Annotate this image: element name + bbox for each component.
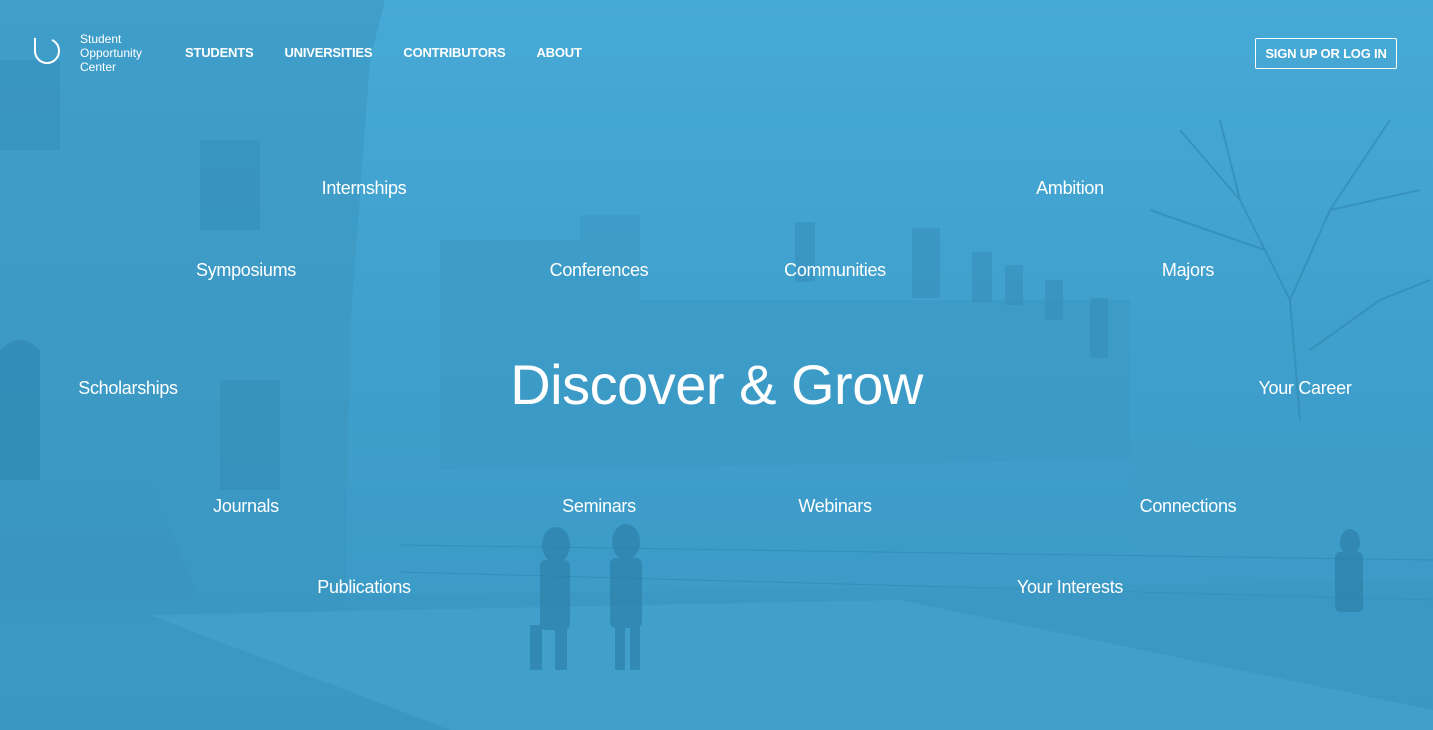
topic-journals[interactable]: Journals bbox=[213, 496, 279, 517]
topic-publications[interactable]: Publications bbox=[317, 577, 411, 598]
topic-your-interests[interactable]: Your Interests bbox=[1017, 577, 1124, 598]
nav-item-universities[interactable]: UNIVERSITIES bbox=[284, 45, 372, 60]
topic-scholarships[interactable]: Scholarships bbox=[78, 378, 178, 399]
topic-communities[interactable]: Communities bbox=[784, 260, 886, 281]
nav-item-about[interactable]: ABOUT bbox=[536, 45, 581, 60]
brand-name: Student Opportunity Center bbox=[80, 32, 143, 74]
hero-headline: Discover & Grow bbox=[510, 353, 923, 416]
signup-login-button[interactable]: SIGN UP OR LOG IN bbox=[1255, 38, 1397, 69]
site-header: Student Opportunity Center STUDENTS UNIV… bbox=[0, 0, 1433, 104]
topic-conferences[interactable]: Conferences bbox=[550, 260, 649, 281]
u-ring-icon bbox=[30, 34, 64, 68]
hero-section: Student Opportunity Center STUDENTS UNIV… bbox=[0, 0, 1433, 730]
topic-seminars[interactable]: Seminars bbox=[562, 496, 636, 517]
main-nav: STUDENTS UNIVERSITIES CONTRIBUTORS ABOUT bbox=[185, 45, 582, 60]
topic-connections[interactable]: Connections bbox=[1140, 496, 1237, 517]
topic-webinars[interactable]: Webinars bbox=[798, 496, 872, 517]
home-logo-link[interactable]: Student Opportunity Center bbox=[30, 32, 160, 78]
topic-your-career[interactable]: Your Career bbox=[1258, 378, 1351, 399]
topic-ambition[interactable]: Ambition bbox=[1036, 178, 1104, 199]
topic-majors[interactable]: Majors bbox=[1162, 260, 1215, 281]
topic-internships[interactable]: Internships bbox=[322, 178, 407, 199]
nav-item-students[interactable]: STUDENTS bbox=[185, 45, 254, 60]
nav-item-contributors[interactable]: CONTRIBUTORS bbox=[403, 45, 505, 60]
topic-symposiums[interactable]: Symposiums bbox=[196, 260, 296, 281]
